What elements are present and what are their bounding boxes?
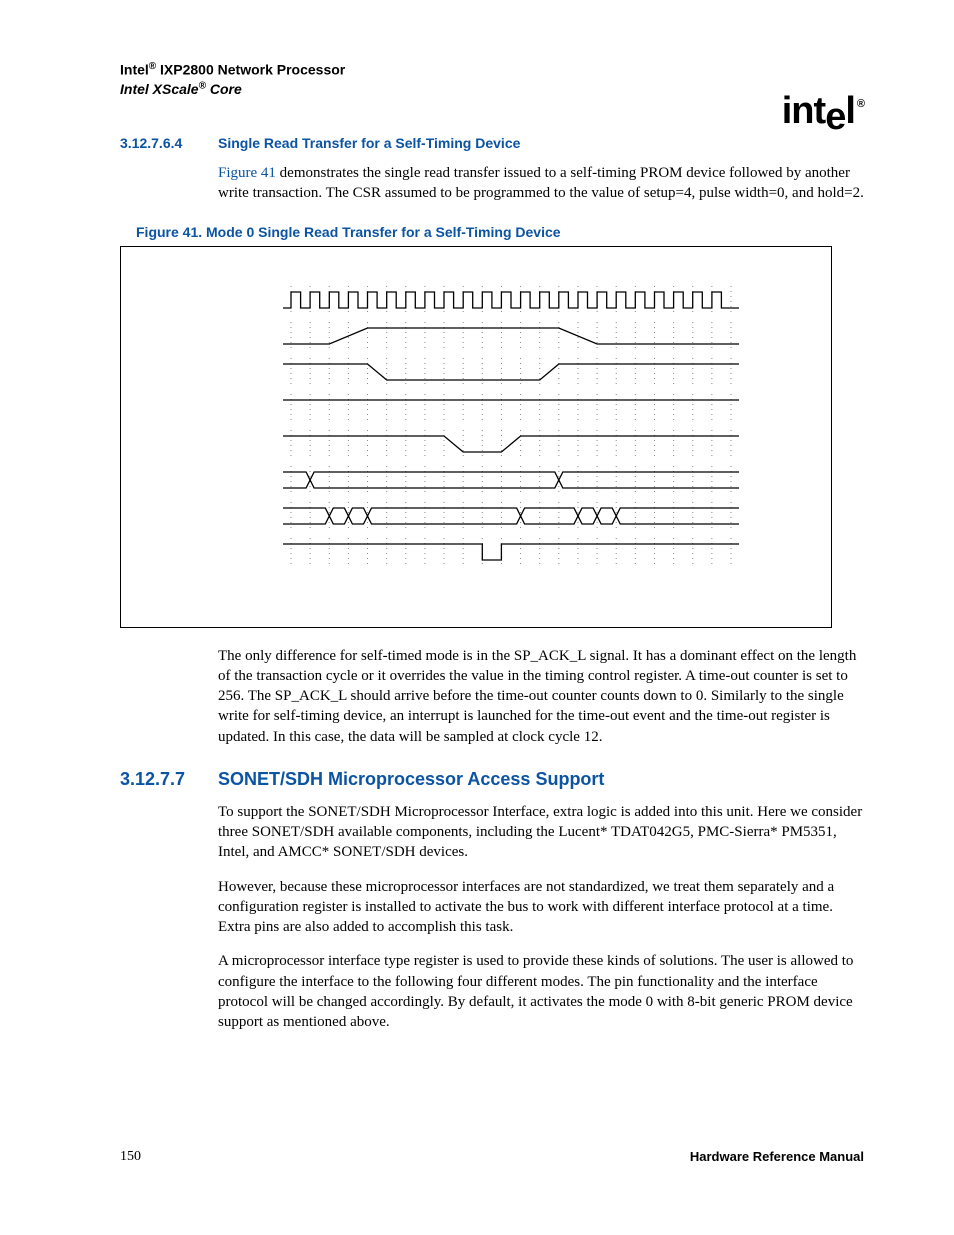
section-heading-b: 3.12.7.7 SONET/SDH Microprocessor Access…: [120, 769, 864, 790]
section-number-a: 3.12.7.6.4: [120, 135, 194, 151]
section-number-b: 3.12.7.7: [120, 769, 194, 790]
figure-link[interactable]: Figure 41: [218, 165, 276, 181]
section-a-para1-rest: demonstrates the single read transfer is…: [218, 165, 864, 201]
section-b-body: To support the SONET/SDH Microprocessor …: [218, 802, 864, 1033]
document-header: Intel ® IXP2800 Network Processor Intel X…: [120, 60, 864, 99]
section-a-para1: Figure 41 demonstrates the single read t…: [218, 163, 864, 204]
page-footer: 150 Hardware Reference Manual: [120, 1149, 864, 1165]
section-b-para3: A microprocessor interface type register…: [218, 951, 864, 1032]
section-b-para2: However, because these microprocessor in…: [218, 877, 864, 938]
section-title-a: Single Read Transfer for a Self-Timing D…: [218, 135, 520, 151]
footer-doc-title: Hardware Reference Manual: [690, 1149, 864, 1165]
intel-logo: intel®: [782, 90, 864, 133]
section-heading-a: 3.12.7.6.4 Single Read Transfer for a Se…: [120, 135, 864, 151]
timing-diagram-figure: [120, 246, 832, 628]
header-line1-suffix: IXP2800 Network Processor: [156, 62, 345, 78]
after-figure-body: The only difference for self-timed mode …: [218, 646, 864, 747]
timing-diagram-svg: [121, 247, 831, 627]
section-title-b: SONET/SDH Microprocessor Access Support: [218, 769, 604, 790]
page-number: 150: [120, 1149, 141, 1165]
logo-reg: ®: [857, 98, 864, 110]
header-line2b: Core: [206, 81, 242, 97]
section-a-body: Figure 41 demonstrates the single read t…: [218, 163, 864, 204]
section-b-para1: To support the SONET/SDH Microprocessor …: [218, 802, 864, 863]
header-line1-prefix: Intel: [120, 62, 149, 78]
header-line2a: Intel XScale: [120, 81, 199, 97]
figure-caption: Figure 41. Mode 0 Single Read Transfer f…: [136, 224, 864, 240]
after-figure-para: The only difference for self-timed mode …: [218, 646, 864, 747]
header-reg2: ®: [199, 81, 206, 92]
